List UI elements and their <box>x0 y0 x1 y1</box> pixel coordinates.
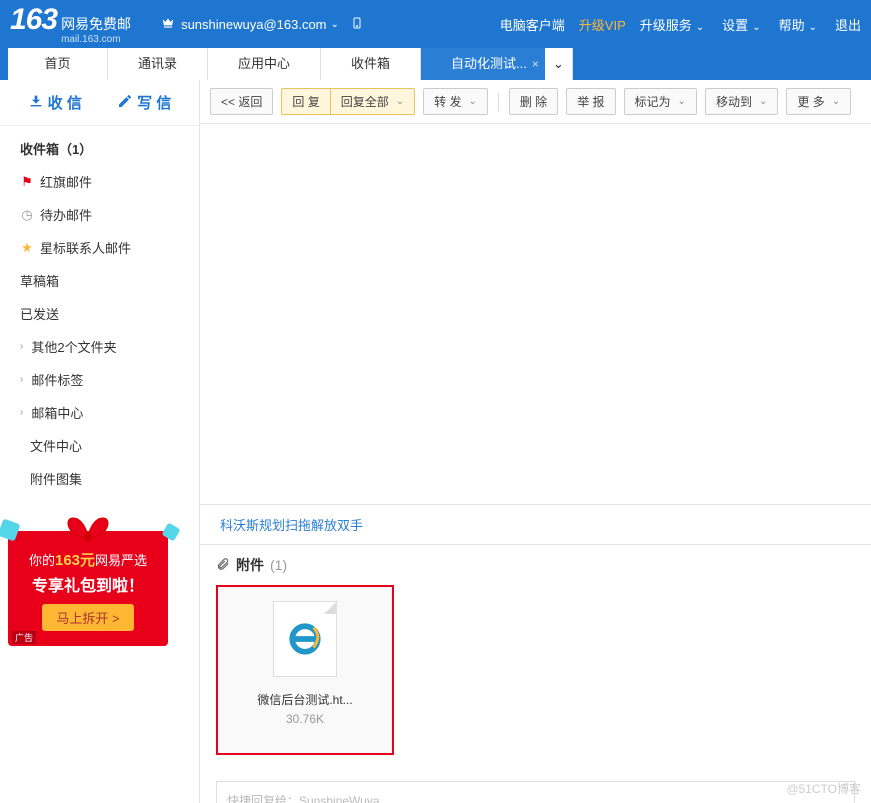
file-name: 微信后台测试.ht... <box>228 691 382 708</box>
crown-icon <box>161 16 175 33</box>
sidebar-center[interactable]: ›邮箱中心 <box>0 396 199 429</box>
spam-button[interactable]: 举 报 <box>566 88 615 115</box>
ad-label: 广告 <box>12 631 36 644</box>
tab-active[interactable]: 自动化测试... × <box>421 48 545 80</box>
nav-logout[interactable]: 退出 <box>835 15 861 34</box>
more-button[interactable]: 更 多 <box>786 88 851 115</box>
gift-bow-icon <box>58 513 118 543</box>
quick-reply-input[interactable]: 快捷回复给：SunshineWuya <box>216 781 855 803</box>
header-nav: 电脑客户端 升级VIP 升级服务⌄ 设置⌄ 帮助⌄ 退出 <box>500 15 861 34</box>
nav-vip[interactable]: 升级VIP <box>579 15 626 34</box>
logo-number: 163 <box>10 3 57 37</box>
ad-link[interactable]: 科沃斯规划扫拖解放双手 <box>200 504 871 545</box>
promo-banner[interactable]: 你的163元网易严选 专享礼包到啦！ 马上拆开 > 广告 <box>8 531 168 646</box>
sidebar-inbox[interactable]: 收件箱（1） <box>0 132 199 165</box>
nav-desktop[interactable]: 电脑客户端 <box>500 15 565 34</box>
tab-dropdown[interactable]: ⌄ <box>545 48 573 80</box>
mark-button[interactable]: 标记为 <box>624 88 697 115</box>
receive-button[interactable]: 收 信 <box>28 92 82 113</box>
user-email: sunshinewuya@163.com <box>181 17 326 32</box>
promo-line1: 你的163元网易严选 <box>18 549 158 570</box>
chevron-right-icon: › <box>20 374 23 385</box>
move-button[interactable]: 移动到 <box>705 88 778 115</box>
sidebar-todo[interactable]: ◷待办邮件 <box>0 198 199 231</box>
edit-icon <box>117 93 133 113</box>
close-icon[interactable]: × <box>532 48 539 80</box>
forward-button[interactable]: 转 发 <box>423 88 488 115</box>
user-menu[interactable]: sunshinewuya@163.com ⌄ <box>161 16 371 33</box>
flag-icon: ⚑ <box>20 174 34 190</box>
nav-upgrade[interactable]: 升级服务⌄ <box>640 15 708 34</box>
attachment-card[interactable]: 微信后台测试.ht... 30.76K <box>216 585 394 755</box>
logo[interactable]: 163 网易免费邮 mail.163.com <box>10 3 131 45</box>
watermark: @51CTO博客 <box>786 780 861 797</box>
logo-title: 网易免费邮 <box>61 14 131 34</box>
reply-all-button[interactable]: 回复全部 <box>330 88 415 115</box>
attachment-section: 附件 (1) 微信后台测试.ht... 30.76K <box>200 545 871 765</box>
main-panel: << 返回 回 复 回复全部 转 发 删 除 举 报 标记为 移动到 更 多 科… <box>200 80 871 803</box>
promo-line2: 专享礼包到啦！ <box>18 572 158 596</box>
clock-icon: ◷ <box>20 207 34 223</box>
tab-inbox[interactable]: 收件箱 <box>321 48 421 80</box>
sidebar-attach[interactable]: 附件图集 <box>0 462 199 495</box>
chevron-right-icon: › <box>20 407 23 418</box>
header: 163 网易免费邮 mail.163.com sunshinewuya@163.… <box>0 0 871 48</box>
chevron-down-icon: ⌄ <box>331 19 339 30</box>
phone-icon[interactable] <box>351 16 363 33</box>
sidebar-tags[interactable]: ›邮件标签 <box>0 363 199 396</box>
sidebar-flag[interactable]: ⚑红旗邮件 <box>0 165 199 198</box>
star-icon: ★ <box>20 240 34 256</box>
sidebar: 收 信 写 信 收件箱（1） ⚑红旗邮件 ◷待办邮件 ★星标联系人邮件 草稿箱 … <box>0 80 200 803</box>
tab-apps[interactable]: 应用中心 <box>208 48 321 80</box>
reply-button[interactable]: 回 复 <box>281 88 330 115</box>
tab-bar: 首页 通讯录 应用中心 收件箱 自动化测试... × ⌄ <box>0 48 871 80</box>
sidebar-sent[interactable]: 已发送 <box>0 297 199 330</box>
sidebar-other[interactable]: ›其他2个文件夹 <box>0 330 199 363</box>
nav-settings[interactable]: 设置⌄ <box>722 15 764 34</box>
sidebar-star[interactable]: ★星标联系人邮件 <box>0 231 199 264</box>
attachment-count: (1) <box>270 557 287 573</box>
promo-open-button[interactable]: 马上拆开 > <box>42 604 133 631</box>
logo-subtitle: mail.163.com <box>61 34 131 45</box>
nav-help[interactable]: 帮助⌄ <box>779 15 821 34</box>
attachment-label: 附件 <box>236 555 264 575</box>
chevron-right-icon: › <box>20 341 23 352</box>
attachment-icon <box>216 557 230 574</box>
delete-button[interactable]: 删 除 <box>509 88 558 115</box>
ie-icon <box>288 622 322 656</box>
file-size: 30.76K <box>228 712 382 726</box>
back-button[interactable]: << 返回 <box>210 88 273 115</box>
file-thumbnail <box>273 601 337 677</box>
tab-home[interactable]: 首页 <box>8 48 108 80</box>
toolbar: << 返回 回 复 回复全部 转 发 删 除 举 报 标记为 移动到 更 多 <box>200 80 871 124</box>
download-icon <box>28 93 44 113</box>
tab-contacts[interactable]: 通讯录 <box>108 48 208 80</box>
sidebar-drafts[interactable]: 草稿箱 <box>0 264 199 297</box>
content-area: 科沃斯规划扫拖解放双手 附件 (1) 微信后台测试.ht... 30.76K 快… <box>200 124 871 803</box>
tab-active-label: 自动化测试... <box>451 56 527 71</box>
sidebar-files[interactable]: 文件中心 <box>0 429 199 462</box>
compose-button[interactable]: 写 信 <box>117 92 171 113</box>
